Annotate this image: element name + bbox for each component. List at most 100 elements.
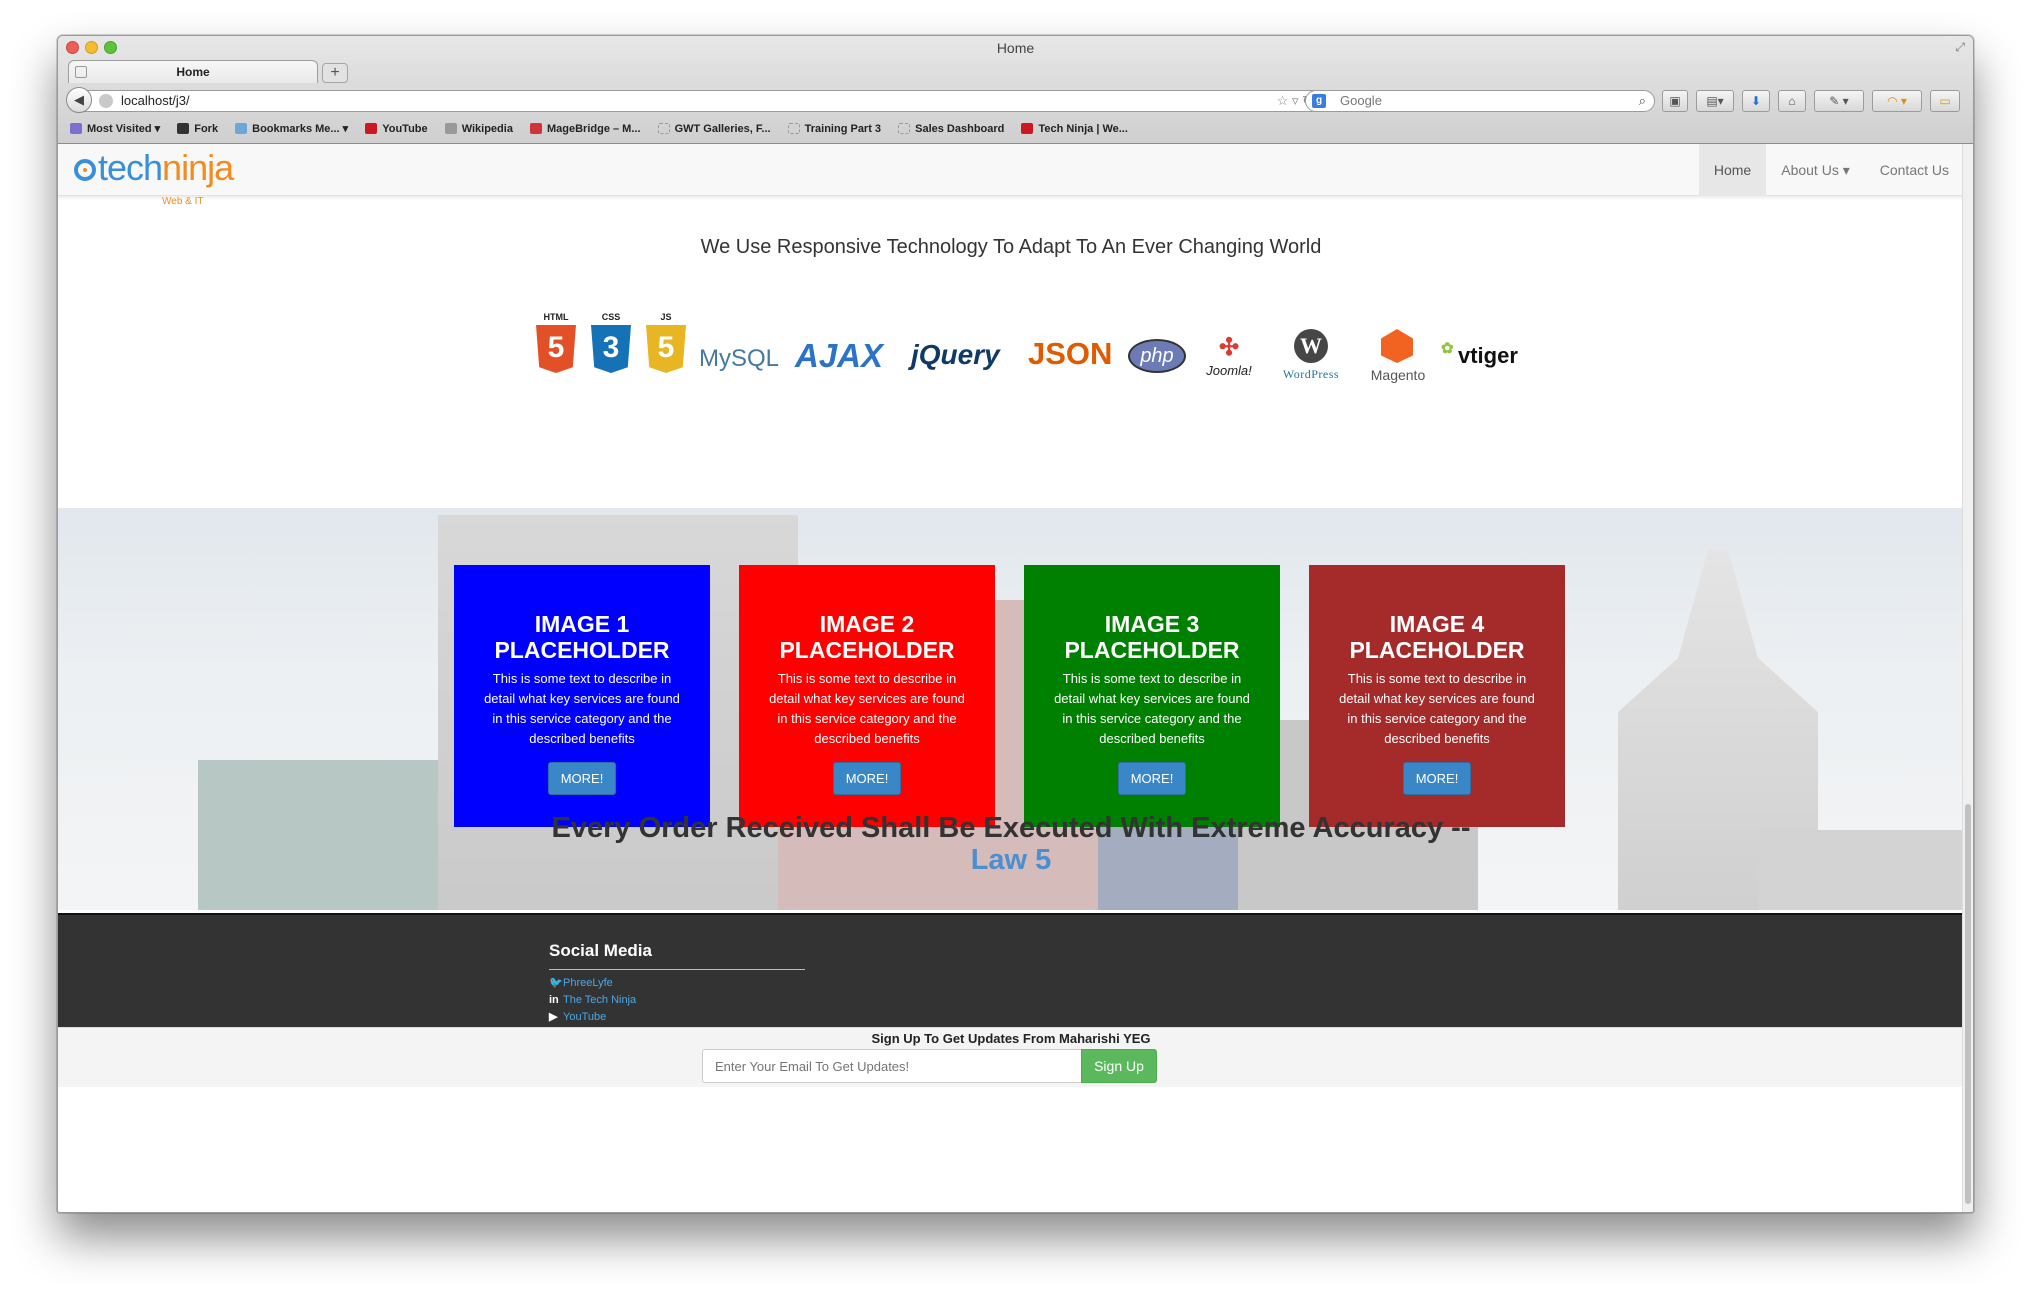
bookmarks-toolbar: Most Visited ▾ Fork Bookmarks Me... ▾ Yo… <box>70 120 1142 140</box>
magebridge-icon <box>530 123 542 134</box>
js-label: JS <box>660 312 672 322</box>
theme-icon[interactable]: ◠ ▾ <box>1872 90 1922 112</box>
vtiger-icon: ✿ <box>1441 340 1454 357</box>
bookmark-label: Training Part 3 <box>804 123 882 135</box>
more-button[interactable]: MORE! <box>832 762 902 795</box>
bookmark-item[interactable]: YouTube <box>365 120 428 138</box>
youtube-icon: ▶ <box>549 1011 558 1023</box>
back-button[interactable]: ◀ <box>66 87 92 113</box>
service-card-3: IMAGE 3 PLACEHOLDER This is some text to… <box>1024 565 1280 827</box>
ajax-logo: AJAX <box>795 337 884 374</box>
youtube-icon <box>365 123 378 134</box>
joomla-icon: ✣ <box>1218 334 1240 361</box>
more-button[interactable]: MORE! <box>1402 762 1472 795</box>
nav-home[interactable]: Home <box>1698 144 1767 196</box>
page-icon <box>898 123 911 134</box>
fullscreen-icon[interactable]: ⤢ <box>1955 40 1965 55</box>
tab-label: Home <box>176 65 210 79</box>
site-footer: Social Media 🐦PhreeLyfe in The Tech Ninja… <box>58 913 1964 1027</box>
scrollbar-thumb[interactable] <box>1965 804 1971 1204</box>
linkedin-icon: in <box>549 994 559 1006</box>
site-navbar: techninja Web & IT Home About Us ▾ Conta… <box>58 144 1964 207</box>
bookmark-item[interactable]: Bookmarks Me... ▾ <box>235 120 348 138</box>
quote-law: Law 5 <box>970 844 1052 876</box>
bookmark-item[interactable]: Most Visited ▾ <box>70 120 160 138</box>
page-icon <box>787 123 800 134</box>
browser-window: Home ⤢ Home + localhost/j3/ ☆ ▿ ↻ ◀ g Go… <box>57 35 1974 1213</box>
card-text: This is some text to describe in detail … <box>1054 671 1250 746</box>
nav-contact-us[interactable]: Contact Us <box>1865 144 1964 196</box>
signup-section: Sign Up To Get Updates From Maharishi YE… <box>58 1027 1964 1087</box>
php-logo: php <box>1128 339 1186 373</box>
logo-mark-icon <box>74 159 96 181</box>
bookmark-item[interactable]: Training Part 3 <box>787 120 882 138</box>
card-title: IMAGE 2 PLACEHOLDER <box>779 611 955 663</box>
page-scrollbar[interactable] <box>1962 144 1973 1212</box>
services-hero: IMAGE 1 PLACEHOLDER This is some text to… <box>58 508 1964 910</box>
download-icon[interactable]: ⬇ <box>1742 90 1770 112</box>
wikipedia-icon <box>444 123 457 134</box>
new-tab-button[interactable]: + <box>322 63 348 83</box>
social-link-twitter[interactable]: 🐦PhreeLyfe <box>549 976 805 990</box>
css3-icon: 3 <box>591 325 631 373</box>
card-title: IMAGE 4 PLACEHOLDER <box>1349 611 1525 663</box>
tab-home[interactable]: Home <box>68 60 318 83</box>
bookmark-label: MageBridge – M... <box>547 123 641 135</box>
service-card-2: IMAGE 2 PLACEHOLDER This is some text to… <box>739 565 995 827</box>
logo-text-tech: tech <box>98 147 163 188</box>
social-link-linkedin[interactable]: in The Tech Ninja <box>549 993 805 1007</box>
signup-button[interactable]: Sign Up <box>1081 1049 1157 1083</box>
nav-about-us[interactable]: About Us ▾ <box>1766 144 1865 196</box>
bookmark-item[interactable]: Tech Ninja | We... <box>1021 120 1128 138</box>
url-text: localhost/j3/ <box>121 93 190 108</box>
service-card-1: IMAGE 1 PLACEHOLDER This is some text to… <box>454 565 710 827</box>
wordpress-icon: W <box>1294 329 1328 363</box>
social-media-section: Social Media 🐦PhreeLyfe in The Tech Ninja… <box>549 941 805 1024</box>
vtiger-label: vtiger <box>1458 343 1518 368</box>
tech-logos: HTML 5 CSS 3 JS 5 MySQL AJAX jQuery JSON… <box>536 311 1518 391</box>
email-input[interactable] <box>702 1049 1082 1083</box>
magento-label: Magento <box>1370 367 1426 383</box>
social-link-label: YouTube <box>563 1011 607 1023</box>
bookmark-label: Most Visited <box>87 123 152 135</box>
bookmark-label: Fork <box>194 123 219 135</box>
css3-label: CSS <box>601 312 621 322</box>
search-icon[interactable]: ⌕ <box>1639 91 1646 111</box>
card-title: IMAGE 1 PLACEHOLDER <box>494 611 670 663</box>
bookmark-icon <box>177 123 190 134</box>
desktop: { "browser": { "window_title": "Home", "… <box>0 0 2030 1292</box>
url-bar[interactable]: localhost/j3/ ☆ ▿ ↻ <box>82 90 1322 112</box>
json-logo: JSON <box>1028 336 1113 371</box>
sidebar-icon[interactable]: ▭ <box>1930 90 1960 112</box>
more-button[interactable]: MORE! <box>547 762 617 795</box>
page-icon <box>657 123 670 134</box>
screenshot-icon[interactable]: ▤▾ <box>1696 90 1734 112</box>
tab-bar: Home + <box>58 57 1973 83</box>
social-link-youtube[interactable]: ▶ YouTube <box>549 1010 805 1024</box>
joomla-label: Joomla! <box>1206 363 1252 378</box>
card-text: This is some text to describe in detail … <box>484 671 680 746</box>
site-logo[interactable]: techninja Web & IT <box>74 147 234 207</box>
google-icon[interactable]: g <box>1312 94 1326 108</box>
home-icon[interactable]: ⌂ <box>1778 90 1806 112</box>
search-bar[interactable]: g Google ⌕ <box>1305 90 1655 112</box>
logo-subtitle: Web & IT <box>162 196 204 207</box>
tools-icon[interactable]: ✎ ▾ <box>1814 90 1864 112</box>
more-button[interactable]: MORE! <box>1117 762 1187 795</box>
bookmark-item[interactable]: MageBridge – M... <box>530 120 641 138</box>
navigation-toolbar: localhost/j3/ ☆ ▿ ↻ ◀ g Google ⌕ ▣ ▤▾ ⬇ … <box>58 86 1973 114</box>
search-placeholder: Google <box>1340 93 1382 108</box>
browser-chrome: Home ⤢ Home + localhost/j3/ ☆ ▿ ↻ ◀ g Go… <box>58 36 1973 144</box>
magento-icon <box>1381 329 1413 363</box>
card-text: This is some text to describe in detail … <box>769 671 965 746</box>
bookmark-item[interactable]: Sales Dashboard <box>898 120 1004 138</box>
quote: Every Order Received Shall Be Executed W… <box>58 812 1964 876</box>
social-media-title: Social Media <box>549 941 805 970</box>
bookmark-item[interactable]: GWT Galleries, F... <box>657 120 771 138</box>
bookmark-item[interactable]: Wikipedia <box>444 120 513 138</box>
bookmark-item[interactable]: Fork <box>177 120 218 138</box>
html5-label: HTML <box>543 312 569 322</box>
signup-title: Sign Up To Get Updates From Maharishi YE… <box>871 1031 1151 1046</box>
js-logo: JS 5 <box>646 312 686 373</box>
addon-icon[interactable]: ▣ <box>1662 90 1688 112</box>
